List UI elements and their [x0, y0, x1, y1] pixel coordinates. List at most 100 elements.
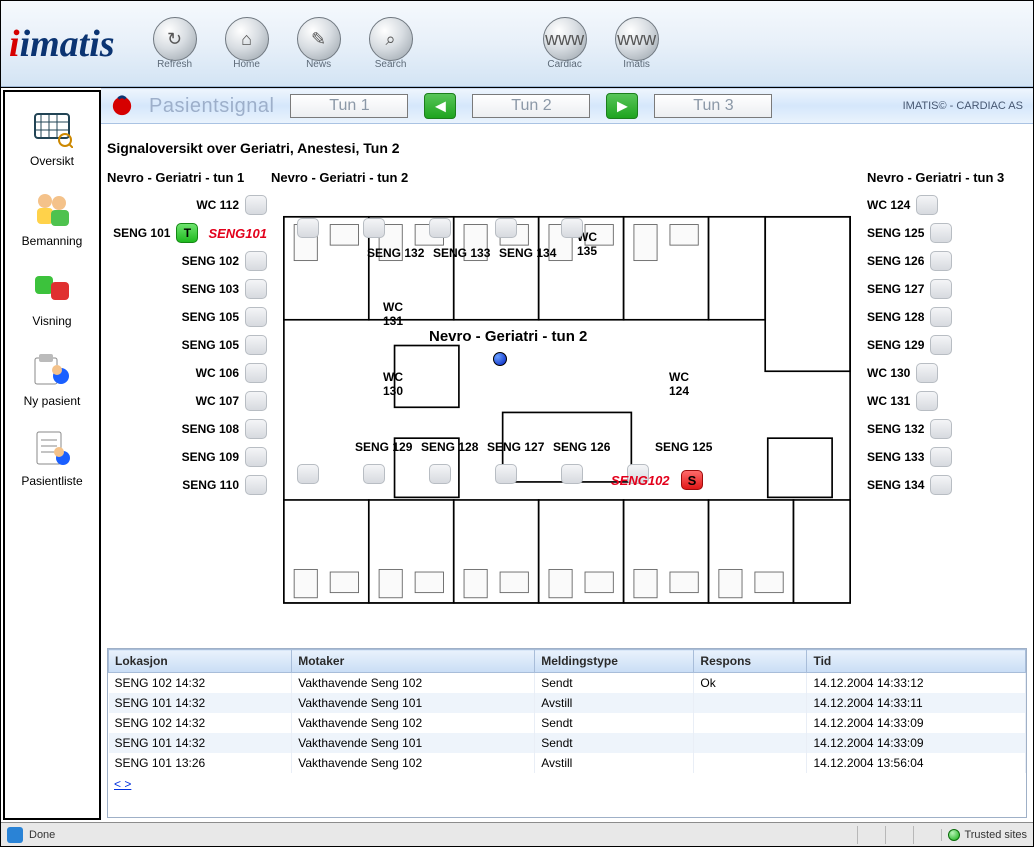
event-table: LokasjonMotakerMeldingstypeResponsTid SE…	[108, 649, 1026, 773]
tun-prev-arrow[interactable]: ◄	[424, 93, 456, 119]
column-head-left: Nevro - Geriatri - tun 1	[107, 170, 267, 185]
room-row: SENG 125	[867, 219, 1027, 247]
fp-chip-8[interactable]	[429, 464, 451, 484]
top-imatis-button[interactable]: wwwImatis	[607, 17, 667, 70]
room-status-chip[interactable]	[930, 447, 952, 467]
room-status-chip[interactable]	[245, 279, 267, 299]
fp-alert-right-label: SENG102	[611, 473, 670, 488]
room-status-chip[interactable]	[930, 307, 952, 327]
room-status-chip[interactable]	[245, 391, 267, 411]
fp-room-wc130: WC 130	[379, 370, 407, 398]
top-home-button[interactable]: ⌂Home	[217, 17, 277, 70]
room-row: SENG 108	[107, 415, 267, 443]
col-meldingstype[interactable]: Meldingstype	[535, 650, 694, 673]
room-row: WC 112	[107, 191, 267, 219]
room-status-chip[interactable]: T	[176, 223, 198, 243]
event-more-link[interactable]: < >	[108, 773, 1026, 795]
floorplan: SENG 132 SENG 133 SENG 134 WC 135 WC 131…	[271, 170, 863, 642]
room-status-chip[interactable]	[930, 279, 952, 299]
top-cardiac-button[interactable]: wwwCardiac	[535, 17, 595, 70]
floorplan-svg	[271, 170, 863, 642]
logo-text: imatis	[20, 23, 115, 65]
fp-chip-3[interactable]	[429, 218, 451, 238]
room-status-chip[interactable]	[245, 335, 267, 355]
room-status-chip[interactable]	[245, 307, 267, 327]
side-visning-icon	[28, 266, 76, 310]
trusted-icon	[948, 829, 960, 841]
col-motaker[interactable]: Motaker	[292, 650, 535, 673]
imatis-icon: www	[615, 17, 659, 61]
room-status-chip[interactable]	[916, 195, 938, 215]
room-status-chip[interactable]	[930, 251, 952, 271]
overview-row: Nevro - Geriatri - tun 1 WC 112SENG 101T…	[107, 170, 1027, 642]
room-label: SENG 134	[867, 478, 924, 492]
pasientsignal-bar: Pasientsignal Tun 1 ◄ Tun 2 ► Tun 3 IMAT…	[101, 88, 1033, 124]
fp-chip-5[interactable]	[561, 218, 583, 238]
table-row[interactable]: SENG 101 14:32Vakthavende Seng 101Sendt1…	[109, 733, 1026, 753]
room-status-chip[interactable]	[245, 195, 267, 215]
side-pasientliste[interactable]: Pasientliste	[21, 426, 82, 488]
room-status-chip[interactable]	[245, 447, 267, 467]
top-refresh-button[interactable]: ↻Refresh	[145, 17, 205, 70]
fp-room-seng126: SENG 126	[553, 440, 610, 454]
side-visning[interactable]: Visning	[28, 266, 76, 328]
col-respons[interactable]: Respons	[694, 650, 807, 673]
fp-room-seng127: SENG 127	[487, 440, 544, 454]
side-bemanning[interactable]: Bemanning	[22, 186, 83, 248]
table-row[interactable]: SENG 102 14:32Vakthavende Seng 102Sendt1…	[109, 713, 1026, 733]
side-oversikt-icon	[28, 106, 76, 150]
room-row: SENG 103	[107, 275, 267, 303]
room-status-chip[interactable]	[930, 335, 952, 355]
fp-chip-6[interactable]	[297, 464, 319, 484]
room-status-chip[interactable]	[916, 363, 938, 383]
col-lokasjon[interactable]: Lokasjon	[109, 650, 292, 673]
top-search-button[interactable]: ⌕Search	[361, 17, 421, 70]
side-oversikt[interactable]: Oversikt	[28, 106, 76, 168]
fp-chip-1[interactable]	[297, 218, 319, 238]
room-status-chip[interactable]	[930, 419, 952, 439]
side-ny-pasient-icon	[28, 346, 76, 390]
room-label: WC 130	[867, 366, 910, 380]
room-row: WC 131	[867, 387, 1027, 415]
status-cell	[885, 826, 907, 844]
fp-alert-right-chip[interactable]: S	[681, 470, 703, 490]
fp-chip-10[interactable]	[561, 464, 583, 484]
table-row[interactable]: SENG 101 14:32Vakthavende Seng 101Avstil…	[109, 693, 1026, 713]
room-row: SENG 132	[867, 415, 1027, 443]
room-status-chip[interactable]	[930, 223, 952, 243]
room-label: SENG 105	[182, 338, 239, 352]
top-buttons: ↻Refresh⌂Home✎News⌕Search wwwCardiacwwwIm…	[145, 17, 667, 70]
tun-3-box[interactable]: Tun 3	[654, 94, 772, 118]
room-status-chip[interactable]	[245, 419, 267, 439]
room-label: SENG 129	[867, 338, 924, 352]
table-row[interactable]: SENG 102 14:32Vakthavende Seng 102SendtO…	[109, 673, 1026, 694]
page-heading: Signaloversikt over Geriatri, Anestesi, …	[107, 140, 1027, 156]
room-status-chip[interactable]	[930, 475, 952, 495]
room-status-chip[interactable]	[916, 391, 938, 411]
table-row[interactable]: SENG 101 13:26Vakthavende Seng 102Avstil…	[109, 753, 1026, 773]
room-row: WC 106	[107, 359, 267, 387]
col-tid[interactable]: Tid	[807, 650, 1026, 673]
top-news-button[interactable]: ✎News	[289, 17, 349, 70]
room-highlight: SENG101	[208, 226, 267, 241]
room-row: SENG 105	[107, 331, 267, 359]
fp-room-seng129: SENG 129	[355, 440, 412, 454]
room-status-chip[interactable]	[245, 251, 267, 271]
event-pane[interactable]: LokasjonMotakerMeldingstypeResponsTid SE…	[107, 648, 1027, 818]
column-head-right: Nevro - Geriatri - tun 3	[867, 170, 1027, 185]
room-row: SENG 127	[867, 275, 1027, 303]
side-ny-pasient[interactable]: Ny pasient	[24, 346, 81, 408]
fp-chip-4[interactable]	[495, 218, 517, 238]
fp-chip-9[interactable]	[495, 464, 517, 484]
room-status-chip[interactable]	[245, 475, 267, 495]
room-row: SENG 134	[867, 471, 1027, 499]
fp-chip-7[interactable]	[363, 464, 385, 484]
status-done: Done	[29, 829, 55, 841]
fp-chip-2[interactable]	[363, 218, 385, 238]
room-status-chip[interactable]	[245, 363, 267, 383]
room-label: SENG 128	[867, 310, 924, 324]
room-row: SENG 102	[107, 247, 267, 275]
tun-2-box[interactable]: Tun 2	[472, 94, 590, 118]
tun-1-box[interactable]: Tun 1	[290, 94, 408, 118]
tun-next-arrow[interactable]: ►	[606, 93, 638, 119]
